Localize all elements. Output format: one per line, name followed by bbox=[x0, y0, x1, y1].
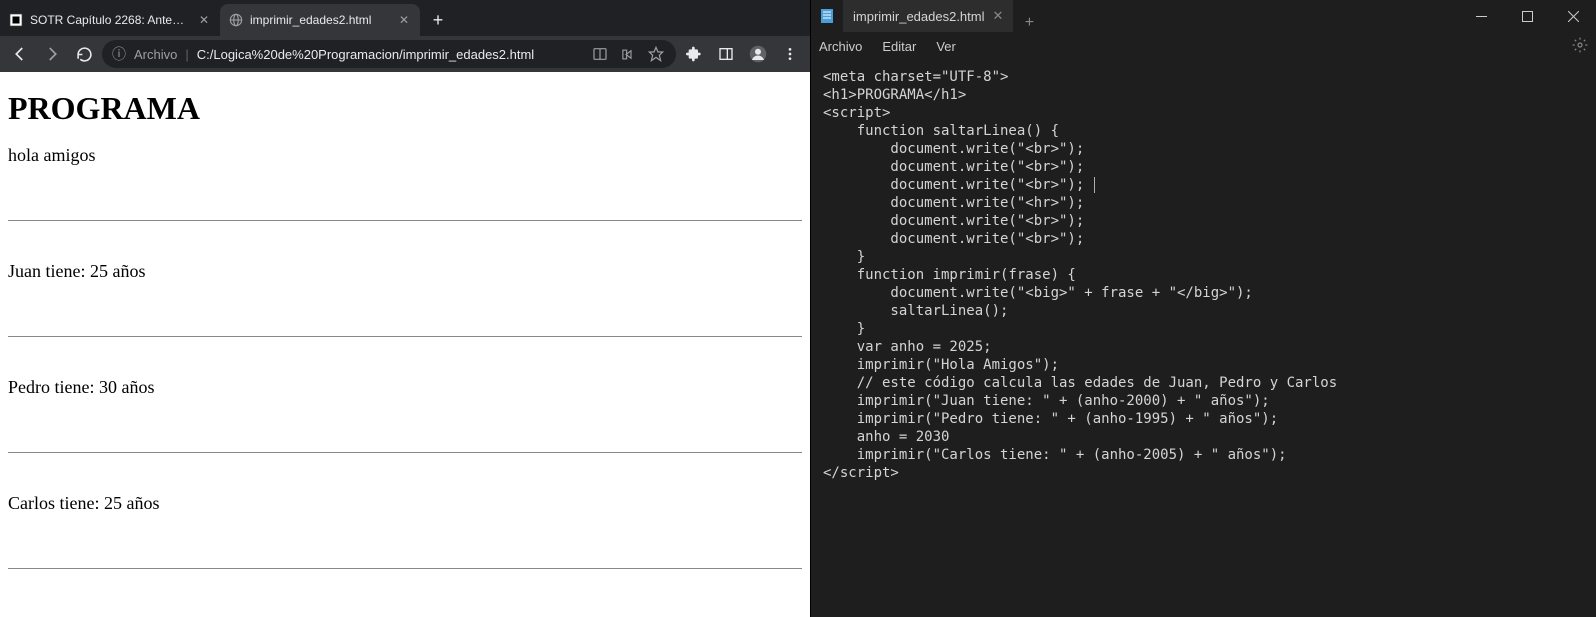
code-line: var anho = 2025; bbox=[823, 338, 1584, 356]
close-icon[interactable]: ✕ bbox=[993, 8, 1004, 24]
close-window-button[interactable] bbox=[1550, 0, 1596, 32]
globe-icon bbox=[228, 12, 244, 28]
browser-toolbar: ⓘ Archivo | C:/Logica%20de%20Programacio… bbox=[0, 36, 810, 72]
forward-button[interactable] bbox=[38, 40, 66, 68]
url-separator: | bbox=[185, 47, 188, 62]
url-scheme: Archivo bbox=[134, 47, 177, 62]
code-line: imprimir("Hola Amigos"); bbox=[823, 356, 1584, 374]
menu-file[interactable]: Archivo bbox=[819, 39, 862, 54]
editor-new-tab[interactable]: + bbox=[1013, 14, 1045, 32]
divider bbox=[8, 220, 802, 221]
page-content: PROGRAMA hola amigos Juan tiene: 25 años P… bbox=[0, 72, 810, 617]
code-line: </script> bbox=[823, 464, 1584, 482]
editor-titlebar: imprimir_edades2.html ✕ + bbox=[811, 0, 1596, 32]
divider bbox=[8, 336, 802, 337]
sidepanel-button[interactable] bbox=[712, 40, 740, 68]
code-line: document.write("<br>"); bbox=[823, 158, 1584, 176]
tab-title: imprimir_edades2.html bbox=[250, 13, 390, 27]
tab-title: SOTR Capítulo 2268: Antepasado bbox=[30, 13, 190, 27]
code-line: document.write("<br>"); bbox=[823, 176, 1584, 194]
code-line: document.write("<br>"); bbox=[823, 230, 1584, 248]
text-editor: imprimir_edades2.html ✕ + Archivo Editar… bbox=[810, 0, 1596, 617]
gear-icon[interactable] bbox=[1572, 37, 1588, 56]
divider bbox=[8, 568, 802, 569]
close-icon[interactable]: ✕ bbox=[196, 12, 212, 28]
code-line: anho = 2030 bbox=[823, 428, 1584, 446]
url-path: C:/Logica%20de%20Programacion/imprimir_e… bbox=[197, 47, 582, 62]
window-controls bbox=[1458, 0, 1596, 32]
output-text: hola amigos bbox=[8, 145, 802, 166]
output-block: Juan tiene: 25 años bbox=[8, 261, 802, 373]
tab-strip: SOTR Capítulo 2268: Antepasado ✕ imprimi… bbox=[0, 0, 810, 36]
notepad-icon bbox=[811, 0, 843, 32]
new-tab-button[interactable]: + bbox=[424, 6, 452, 34]
code-line: <meta charset="UTF-8"> bbox=[823, 68, 1584, 86]
editor-tab[interactable]: imprimir_edades2.html ✕ bbox=[843, 0, 1013, 32]
extensions-button[interactable] bbox=[680, 40, 708, 68]
info-icon: ⓘ bbox=[112, 44, 126, 64]
menu-view[interactable]: Ver bbox=[936, 39, 956, 54]
code-line: document.write("<br>"); bbox=[823, 212, 1584, 230]
divider bbox=[8, 452, 802, 453]
output-block: hola amigos bbox=[8, 145, 802, 257]
editor-tab-title: imprimir_edades2.html bbox=[853, 9, 985, 24]
output-block: Carlos tiene: 25 años bbox=[8, 493, 802, 605]
code-line: } bbox=[823, 248, 1584, 266]
code-line: // este código calcula las edades de Jua… bbox=[823, 374, 1584, 392]
code-line: imprimir("Juan tiene: " + (anho-2000) + … bbox=[823, 392, 1584, 410]
maximize-button[interactable] bbox=[1504, 0, 1550, 32]
code-line: <h1>PROGRAMA</h1> bbox=[823, 86, 1584, 104]
bookmark-icon[interactable] bbox=[646, 46, 666, 62]
profile-button[interactable] bbox=[744, 40, 772, 68]
address-bar[interactable]: ⓘ Archivo | C:/Logica%20de%20Programacio… bbox=[102, 40, 676, 68]
output-text: Pedro tiene: 30 años bbox=[8, 377, 802, 398]
back-button[interactable] bbox=[6, 40, 34, 68]
code-line: document.write("<br>"); bbox=[823, 140, 1584, 158]
code-line: <script> bbox=[823, 104, 1584, 122]
minimize-button[interactable] bbox=[1458, 0, 1504, 32]
output-text: Carlos tiene: 25 años bbox=[8, 493, 802, 514]
menu-button[interactable] bbox=[776, 40, 804, 68]
code-line: } bbox=[823, 320, 1584, 338]
code-line: imprimir("Pedro tiene: " + (anho-1995) +… bbox=[823, 410, 1584, 428]
code-line: imprimir("Carlos tiene: " + (anho-2005) … bbox=[823, 446, 1584, 464]
output-block: Pedro tiene: 30 años bbox=[8, 377, 802, 489]
browser-tab-1[interactable]: imprimir_edades2.html ✕ bbox=[220, 4, 420, 36]
close-icon[interactable]: ✕ bbox=[396, 12, 412, 28]
editor-menubar: Archivo Editar Ver bbox=[811, 32, 1596, 60]
text-cursor bbox=[1094, 177, 1095, 193]
page-heading: PROGRAMA bbox=[8, 90, 802, 127]
chrome-browser: SOTR Capítulo 2268: Antepasado ✕ imprimi… bbox=[0, 0, 810, 617]
favicon-icon bbox=[8, 12, 24, 28]
code-line: document.write("<big>" + frase + "</big>… bbox=[823, 284, 1584, 302]
output-text: Juan tiene: 25 años bbox=[8, 261, 802, 282]
code-line: document.write("<hr>"); bbox=[823, 194, 1584, 212]
browser-tab-0[interactable]: SOTR Capítulo 2268: Antepasado ✕ bbox=[0, 4, 220, 36]
reload-button[interactable] bbox=[70, 40, 98, 68]
reader-icon[interactable] bbox=[590, 46, 610, 62]
menu-edit[interactable]: Editar bbox=[882, 39, 916, 54]
code-line: saltarLinea(); bbox=[823, 302, 1584, 320]
code-line: function saltarLinea() { bbox=[823, 122, 1584, 140]
share-icon[interactable] bbox=[618, 47, 638, 62]
code-area[interactable]: <meta charset="UTF-8"><h1>PROGRAMA</h1><… bbox=[811, 60, 1596, 617]
code-line: function imprimir(frase) { bbox=[823, 266, 1584, 284]
